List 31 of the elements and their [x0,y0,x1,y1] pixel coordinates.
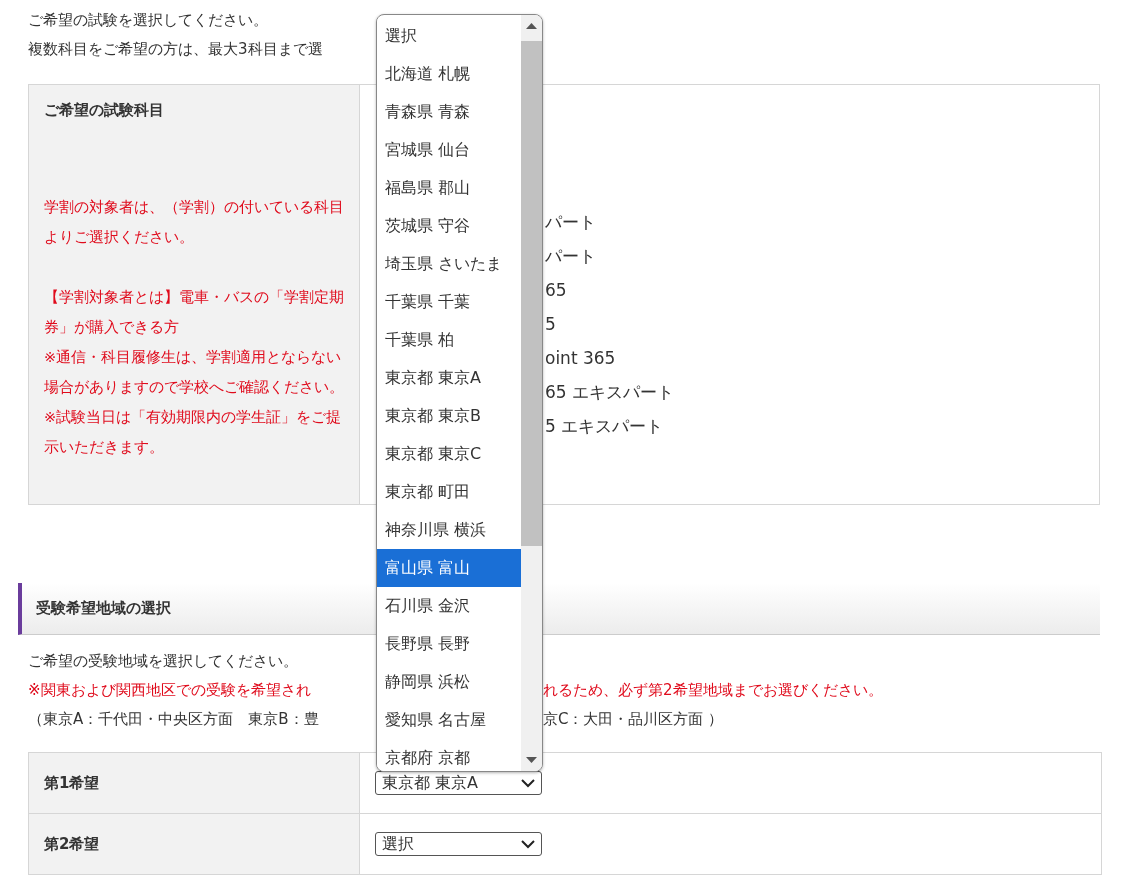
scrollbar[interactable] [521,15,542,771]
subject-option[interactable]: パート [545,205,596,239]
warning-text: ※関東および関西地区での受験を希望され [28,680,311,701]
subject-option[interactable]: oint 365 [545,341,616,375]
intro-text: 複数科目をご希望の方は、最大3科目まで選 [28,39,323,60]
instruction-text: ご希望の受験地域を選択してください。 [28,651,298,672]
region-select[interactable]: 選択 [375,832,542,856]
chevron-down-icon [521,839,535,849]
student-discount-note: ※通信・科目履修生は、学割適用とならない場合がありますので学校へご確認ください。 [44,348,344,397]
scroll-down-icon[interactable] [526,757,537,763]
region-select[interactable]: 東京都 東京A [375,771,542,795]
chevron-down-icon [521,778,535,788]
subject-option[interactable]: パート [545,239,596,273]
subject-option[interactable]: 5 [545,307,556,341]
subject-option[interactable]: 5 エキスパート [545,409,664,443]
choice-label: 第1希望 [44,773,100,793]
student-discount-note: 【学割対象者とは】電車・バスの「学割定期券」が購入できる方 [44,288,344,337]
legend-text: （東京A：千代田・中央区方面 東京B：豊 [28,709,319,730]
warning-text: れるため、必ず第2希望地域までお選びください。 [543,680,883,701]
subject-option[interactable]: 65 [545,273,567,307]
scroll-up-icon[interactable] [526,23,537,29]
choice-label: 第2希望 [44,834,100,854]
subject-option[interactable]: 65 エキスパート [545,375,675,409]
scrollbar-thumb[interactable] [521,41,542,546]
dropdown-option[interactable]: 京都府 京都 [377,739,521,771]
intro-text: ご希望の試験を選択してください。 [28,10,268,31]
dropdown-option[interactable]: 富山県 富山 [377,549,521,587]
student-discount-note: 学割の対象者は、（学割）の付いている科目よりご選択ください。 [44,198,344,247]
legend-text: 京C：大田・品川区方面 ） [543,709,724,730]
student-discount-note: ※試験当日は「有効期限内の学生証」をご提示いただきます。 [44,408,343,457]
table-header: ご希望の試験科目 [44,101,165,120]
